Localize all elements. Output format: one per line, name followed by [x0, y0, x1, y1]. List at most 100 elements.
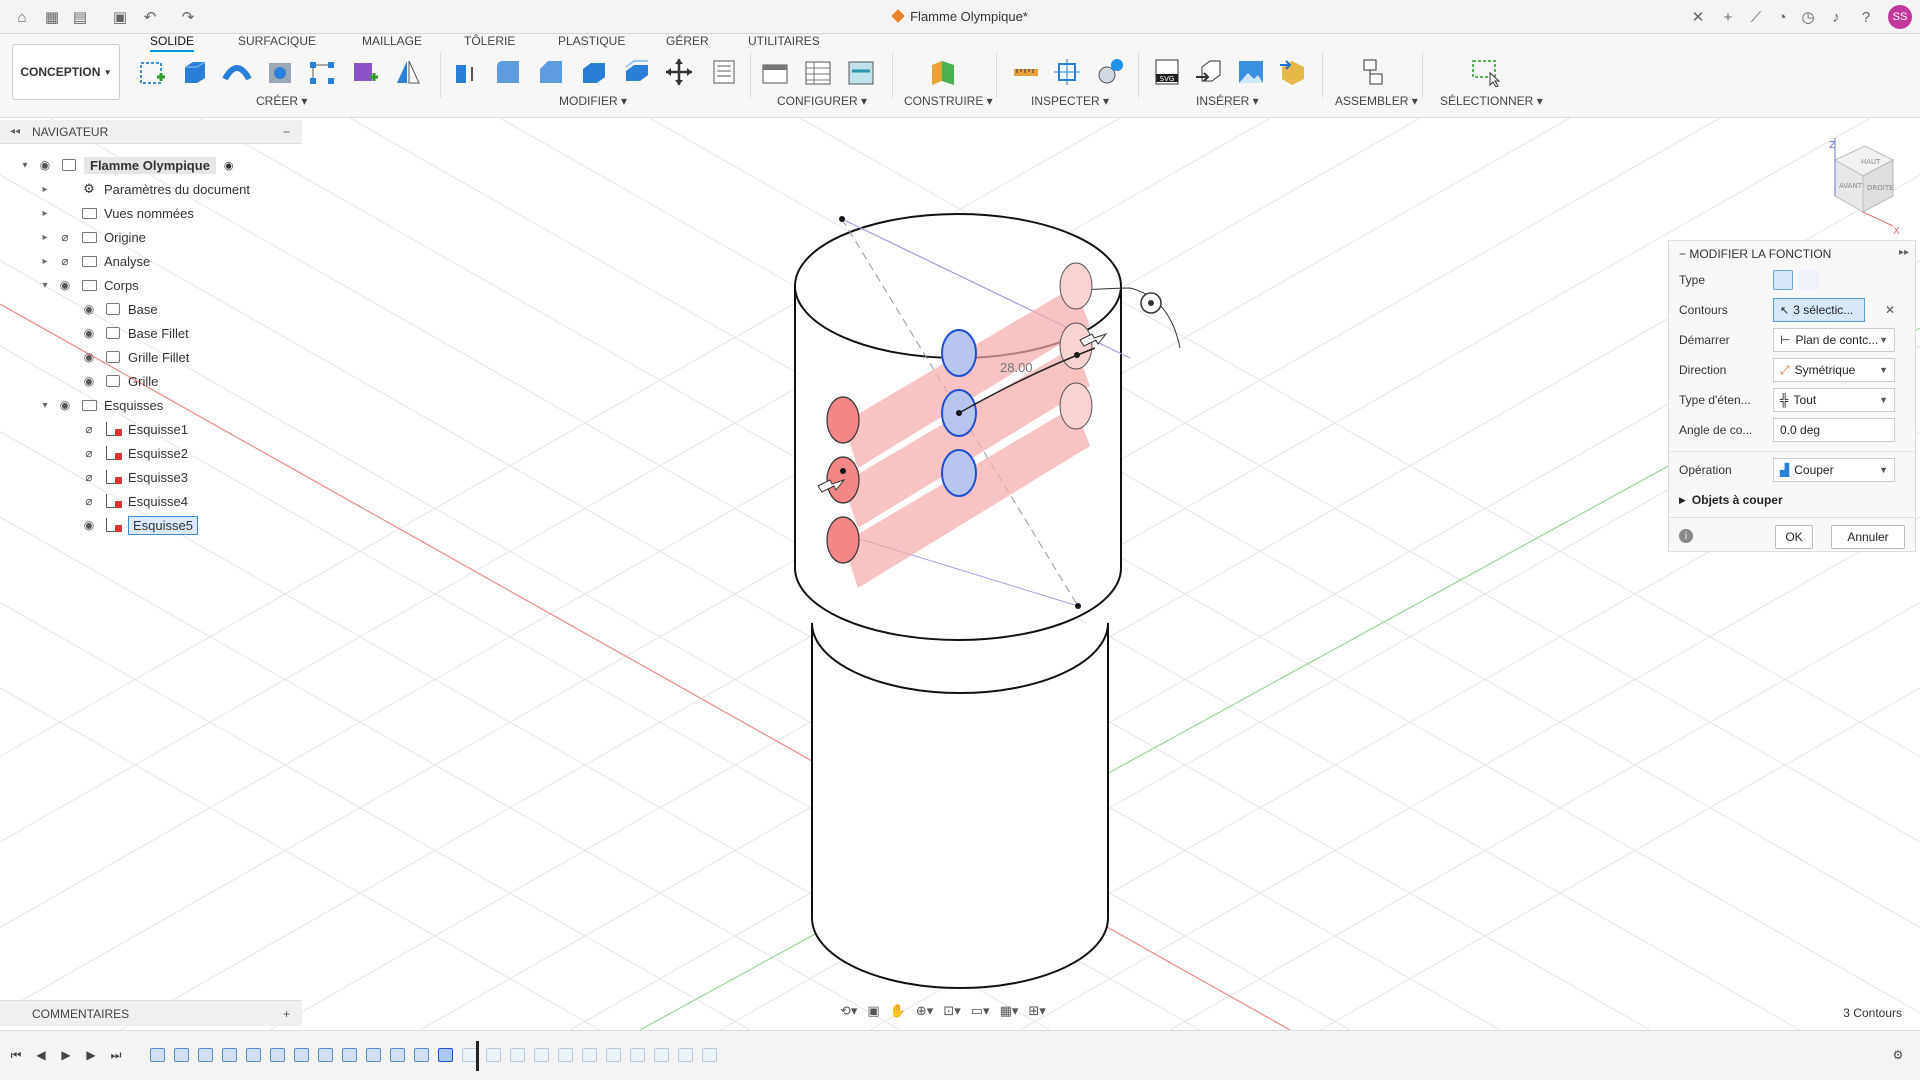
eye-hidden-icon[interactable]: ⌀	[80, 422, 98, 436]
timeline-feature-icon[interactable]	[270, 1048, 285, 1062]
chevron-right-icon[interactable]: ▸	[38, 184, 52, 195]
pan-icon[interactable]: ✋	[890, 1003, 906, 1019]
timeline-feature-icon[interactable]	[246, 1048, 261, 1062]
orbit-icon[interactable]: ⟲▾	[840, 1003, 857, 1019]
table-icon[interactable]	[803, 57, 833, 87]
avatar[interactable]: SS	[1888, 5, 1912, 29]
eye-icon[interactable]: ◉	[36, 158, 54, 172]
timeline-feature-icon[interactable]	[294, 1048, 309, 1062]
chevron-right-icon[interactable]: ▸	[38, 208, 52, 219]
eye-hidden-icon[interactable]: ⌀	[56, 254, 74, 268]
tree-item-base[interactable]: ◉ Base	[62, 298, 158, 320]
tree-item-base-fillet[interactable]: ◉ Base Fillet	[62, 322, 189, 344]
extrude-icon[interactable]	[179, 57, 209, 87]
comments-panel[interactable]: COMMENTAIRES +	[0, 1000, 302, 1026]
direction-dropdown[interactable]: ⤢ Symétrique ▼	[1773, 358, 1895, 382]
shell-icon[interactable]	[579, 57, 609, 87]
group-configurer[interactable]: CONFIGURER ▾	[777, 94, 867, 108]
timeline-feature-icon[interactable]	[150, 1048, 165, 1062]
last-step-icon[interactable]: ⏭	[108, 1047, 124, 1063]
tree-item-vues-nomm-es[interactable]: ▸ Vues nommées	[38, 202, 193, 224]
display-settings-icon[interactable]: ▭▾	[971, 1003, 990, 1019]
create-sketch-icon[interactable]	[137, 57, 167, 87]
group-inserer[interactable]: INSÉRER ▾	[1196, 94, 1259, 108]
eye-icon[interactable]: ◉	[56, 278, 74, 292]
play-icon[interactable]: ▶	[58, 1047, 74, 1063]
contours-selection[interactable]: ↖ 3 sélectic...	[1773, 298, 1865, 322]
timeline-feature-icon[interactable]	[174, 1048, 189, 1062]
timeline-feature-icon[interactable]	[534, 1048, 549, 1062]
chevron-right-icon[interactable]: ▸	[38, 256, 52, 267]
minimize-icon[interactable]: −	[283, 125, 290, 139]
eye-hidden-icon[interactable]: ⌀	[80, 446, 98, 460]
type-thin-extrude-button[interactable]	[1799, 270, 1819, 290]
chevron-right-icon[interactable]: ▸	[38, 232, 52, 243]
tree-item-param-tres-du-document[interactable]: ▸ ⚙ Paramètres du document	[38, 178, 249, 200]
eye-icon[interactable]: ◉	[56, 398, 74, 412]
bell-icon[interactable]: ♪	[1826, 7, 1846, 27]
tab-plastique[interactable]: PLASTIQUE	[558, 34, 625, 52]
insert-mcmaster-icon[interactable]	[1278, 57, 1308, 87]
timeline-feature-icon[interactable]	[462, 1048, 477, 1062]
eye-icon[interactable]: ◉	[80, 374, 98, 388]
eye-icon[interactable]: ◉	[80, 302, 98, 316]
cancel-button[interactable]: Annuler	[1831, 525, 1905, 549]
eye-icon[interactable]: ◉	[80, 350, 98, 364]
timeline-feature-icon[interactable]	[198, 1048, 213, 1062]
move-icon[interactable]	[664, 57, 694, 87]
configure-icon[interactable]	[760, 57, 790, 87]
timeline-feature-icon[interactable]	[606, 1048, 621, 1062]
group-modifier[interactable]: MODIFIER ▾	[559, 94, 627, 108]
timeline-feature-icon[interactable]	[654, 1048, 669, 1062]
extent-dropdown[interactable]: ╬ Tout ▼	[1773, 388, 1895, 412]
group-selectionner[interactable]: SÉLECTIONNER ▾	[1440, 94, 1543, 108]
eye-hidden-icon[interactable]: ⌀	[56, 230, 74, 244]
timeline-feature-icon[interactable]	[582, 1048, 597, 1062]
dimension-label[interactable]: 28.00	[1000, 360, 1033, 375]
eye-icon[interactable]: ◉	[80, 518, 98, 532]
tree-item-esquisse4[interactable]: ⌀ Esquisse4	[62, 490, 188, 512]
type-extrude-button[interactable]	[1773, 270, 1793, 290]
timeline-feature-icon[interactable]	[390, 1048, 405, 1062]
previous-step-icon[interactable]: ◀	[33, 1047, 49, 1063]
gear-icon[interactable]: ⚙	[1890, 1047, 1906, 1063]
timeline-feature-icon[interactable]	[414, 1048, 429, 1062]
parameters-icon[interactable]	[708, 57, 738, 87]
tree-item-grille-fillet[interactable]: ◉ Grille Fillet	[62, 346, 190, 368]
offset-plane-icon[interactable]	[928, 57, 958, 87]
expand-icon[interactable]: ▸▸	[1899, 247, 1909, 258]
interference-icon[interactable]	[1052, 57, 1082, 87]
new-component-icon[interactable]	[350, 57, 380, 87]
look-at-icon[interactable]: ▣	[867, 1003, 879, 1019]
timeline-feature-icon[interactable]	[630, 1048, 645, 1062]
tab-maillage[interactable]: MAILLAGE	[362, 34, 422, 52]
tab-utilitaires[interactable]: UTILITAIRES	[748, 34, 820, 52]
combine-icon[interactable]	[622, 57, 652, 87]
timeline-feature-icon[interactable]	[318, 1048, 333, 1062]
hole-icon[interactable]	[265, 57, 295, 87]
tree-item-origine[interactable]: ▸ ⌀ Origine	[38, 226, 145, 248]
eye-hidden-icon[interactable]: ⌀	[80, 494, 98, 508]
help-icon[interactable]: ?	[1856, 7, 1876, 27]
timeline-feature-icon[interactable]	[678, 1048, 693, 1062]
tree-item-flamme-olympique[interactable]: ▾ ◉ Flamme Olympique ◉	[18, 154, 234, 176]
new-tab-icon[interactable]: +	[1718, 7, 1738, 27]
workspace-switcher[interactable]: CONCEPTION ▼	[12, 44, 120, 100]
revolve-icon[interactable]	[222, 57, 252, 87]
timeline-feature-icon[interactable]	[510, 1048, 525, 1062]
timeline-feature-icon[interactable]	[558, 1048, 573, 1062]
first-step-icon[interactable]: ⏮	[8, 1047, 24, 1063]
viewcube[interactable]: HAUT AVANT DROITE Z X	[1829, 138, 1900, 237]
group-assembler[interactable]: ASSEMBLER ▾	[1335, 94, 1418, 108]
tab-surfacique[interactable]: SURFACIQUE	[238, 34, 316, 52]
add-comment-icon[interactable]: +	[283, 1007, 290, 1021]
eye-icon[interactable]: ◉	[80, 326, 98, 340]
chevron-down-icon[interactable]: ▾	[18, 160, 32, 171]
tree-item-esquisse2[interactable]: ⌀ Esquisse2	[62, 442, 188, 464]
measure-icon[interactable]	[1011, 57, 1041, 87]
ok-button[interactable]: OK	[1775, 525, 1813, 549]
eye-hidden-icon[interactable]: ⌀	[80, 470, 98, 484]
clear-selection-icon[interactable]: ✕	[1885, 303, 1895, 317]
angle-input[interactable]: 0.0 deg	[1773, 418, 1895, 442]
operation-dropdown[interactable]: ▟ Couper ▼	[1773, 458, 1895, 482]
